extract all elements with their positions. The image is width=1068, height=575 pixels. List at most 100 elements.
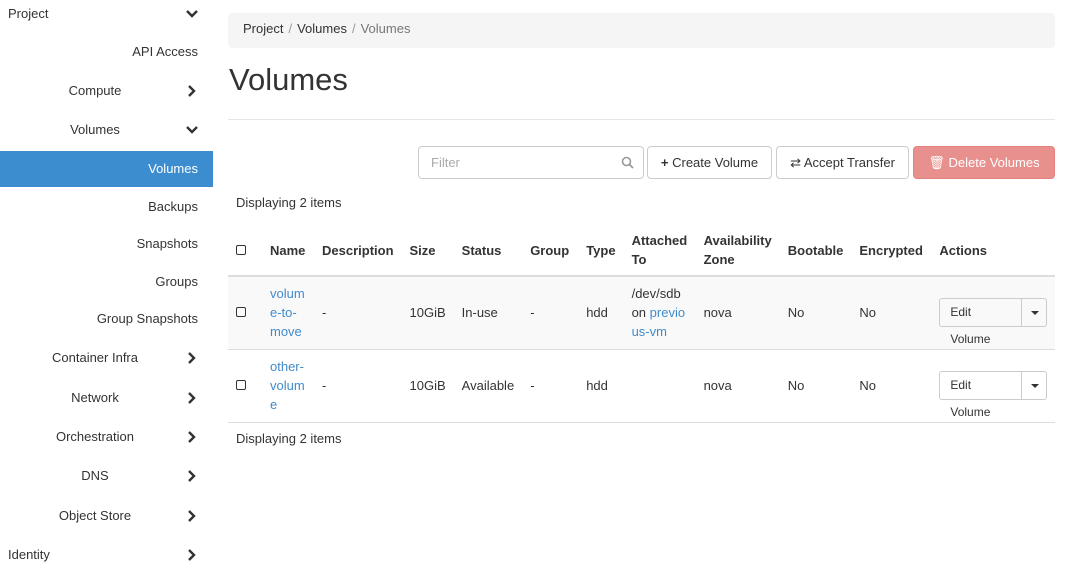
- type: hdd: [578, 276, 624, 350]
- sidebar-item-project[interactable]: Project: [0, 0, 213, 32]
- col-actions: Actions: [931, 225, 1055, 277]
- accept-transfer-label: Accept Transfer: [803, 155, 895, 170]
- row-actions: Edit Volume: [939, 298, 1047, 346]
- chevron-right-icon: [186, 340, 198, 376]
- create-volume-label: Create Volume: [672, 155, 759, 170]
- breadcrumb-project[interactable]: Project: [243, 21, 283, 36]
- row-actions: Edit Volume: [939, 371, 1047, 419]
- select-all-checkbox[interactable]: [236, 244, 246, 255]
- col-name[interactable]: Name: [262, 225, 314, 277]
- size: 10GiB: [401, 349, 454, 423]
- sidebar-item-backups[interactable]: Backups: [0, 189, 213, 225]
- sidebar-item-label: DNS: [81, 468, 109, 483]
- bootable: No: [779, 349, 852, 423]
- sidebar-item-snapshots[interactable]: Snapshots: [0, 226, 213, 262]
- trash-icon: 🗑: [928, 155, 945, 170]
- edit-volume-button[interactable]: Edit Volume: [940, 372, 1023, 419]
- volume-name-link[interactable]: volume-to-move: [270, 286, 305, 339]
- encrypted: No: [851, 276, 932, 350]
- create-volume-button[interactable]: + Create Volume: [647, 146, 772, 179]
- sidebar: Project API Access Compute Volumes Volumes Ba…: [0, 0, 213, 575]
- sidebar-item-label: Volumes: [148, 161, 198, 176]
- col-size[interactable]: Size: [401, 225, 454, 277]
- sidebar-item-volumes[interactable]: Volumes: [0, 112, 213, 148]
- actions-dropdown-toggle[interactable]: [1022, 299, 1046, 326]
- sidebar-item-label: Snapshots: [136, 236, 198, 251]
- sidebar-item-label: Group Snapshots: [96, 311, 198, 326]
- display-count-top: Displaying 2 items: [236, 195, 342, 210]
- sidebar-item-label: Project: [8, 6, 49, 21]
- encrypted: No: [851, 349, 932, 423]
- col-status[interactable]: Status: [453, 225, 523, 277]
- chevron-right-icon: [186, 498, 198, 534]
- sidebar-item-orchestration[interactable]: Orchestration: [0, 419, 213, 455]
- sidebar-item-label: Backups: [148, 199, 198, 214]
- row-checkbox[interactable]: [236, 380, 246, 390]
- volumes-table: Name Description Size Status Group Type …: [228, 225, 1055, 423]
- sidebar-item-object-store[interactable]: Object Store: [0, 498, 213, 534]
- sidebar-item-volumes[interactable]: Volumes: [0, 151, 213, 187]
- sidebar-item-label: Volumes: [70, 122, 120, 137]
- page-title: Volumes: [229, 62, 348, 97]
- group: -: [522, 276, 579, 350]
- table-row: other-volume - 10GiB Available - hdd nov…: [228, 349, 1055, 423]
- edit-volume-button[interactable]: Edit Volume: [940, 299, 1023, 346]
- breadcrumb-volumes[interactable]: Volumes: [297, 21, 347, 36]
- col-attached: Attached To: [623, 225, 696, 277]
- plus-icon: +: [660, 155, 669, 170]
- status: Available: [453, 349, 523, 423]
- volume-name-link[interactable]: other-volume: [270, 359, 305, 412]
- delete-volumes-label: Delete Volumes: [948, 155, 1040, 170]
- chevron-right-icon: [186, 73, 198, 109]
- chevron-right-icon: [186, 419, 198, 455]
- sidebar-item-label: API Access: [132, 44, 198, 59]
- breadcrumb: Project / Volumes / Volumes: [228, 13, 1055, 48]
- sidebar-item-label: Identity: [8, 547, 50, 562]
- sidebar-item-label: Network: [71, 390, 119, 405]
- status: In-use: [453, 276, 523, 350]
- chevron-right-icon: [186, 380, 198, 416]
- bootable: No: [779, 276, 852, 350]
- chevron-down-icon: [186, 0, 198, 32]
- display-count-bottom: Displaying 2 items: [236, 431, 342, 446]
- sidebar-item-label: Compute: [68, 83, 122, 98]
- description: -: [314, 276, 402, 350]
- sidebar-item-label: Container Infra: [52, 350, 138, 365]
- sidebar-item-container-infra[interactable]: Container Infra: [0, 340, 213, 376]
- divider: [228, 119, 1055, 120]
- sidebar-item-label: Object Store: [58, 508, 132, 523]
- description: -: [314, 349, 402, 423]
- availability-zone: nova: [695, 276, 780, 350]
- sidebar-item-dns[interactable]: DNS: [0, 458, 213, 494]
- col-type[interactable]: Type: [578, 225, 624, 277]
- sidebar-item-compute[interactable]: Compute: [0, 73, 213, 109]
- col-az: Availability Zone: [695, 225, 780, 277]
- filter-input[interactable]: Filter: [418, 146, 644, 179]
- breadcrumb-current: Volumes: [360, 21, 411, 36]
- delete-volumes-button[interactable]: 🗑 Delete Volumes: [913, 146, 1055, 179]
- availability-zone: nova: [695, 349, 780, 423]
- chevron-right-icon: [186, 537, 198, 573]
- sidebar-item-network[interactable]: Network: [0, 380, 213, 416]
- chevron-down-icon: [186, 112, 198, 148]
- col-group: Group: [522, 225, 579, 277]
- type: hdd: [578, 349, 624, 423]
- exchange-icon: ⇄: [790, 155, 801, 170]
- chevron-right-icon: [186, 458, 198, 494]
- search-icon: [621, 156, 634, 169]
- filter-placeholder: Filter: [431, 155, 460, 170]
- sidebar-item-label: Groups: [155, 274, 198, 289]
- row-checkbox[interactable]: [236, 307, 246, 318]
- accept-transfer-button[interactable]: ⇄ Accept Transfer: [776, 146, 909, 179]
- table-row: volume-to-move - 10GiB In-use - hdd /dev…: [228, 276, 1055, 350]
- col-bootable: Bootable: [779, 225, 852, 277]
- sidebar-item-label: Orchestration: [55, 429, 135, 444]
- sidebar-item-group-snapshots[interactable]: Group Snapshots: [0, 301, 213, 337]
- sidebar-item-groups[interactable]: Groups: [0, 264, 213, 300]
- group: -: [522, 349, 579, 423]
- separator: /: [351, 21, 356, 36]
- col-description: Description: [314, 225, 402, 277]
- sidebar-item-api-access[interactable]: API Access: [0, 34, 213, 70]
- sidebar-item-identity[interactable]: Identity: [0, 537, 213, 573]
- actions-dropdown-toggle[interactable]: [1022, 372, 1046, 399]
